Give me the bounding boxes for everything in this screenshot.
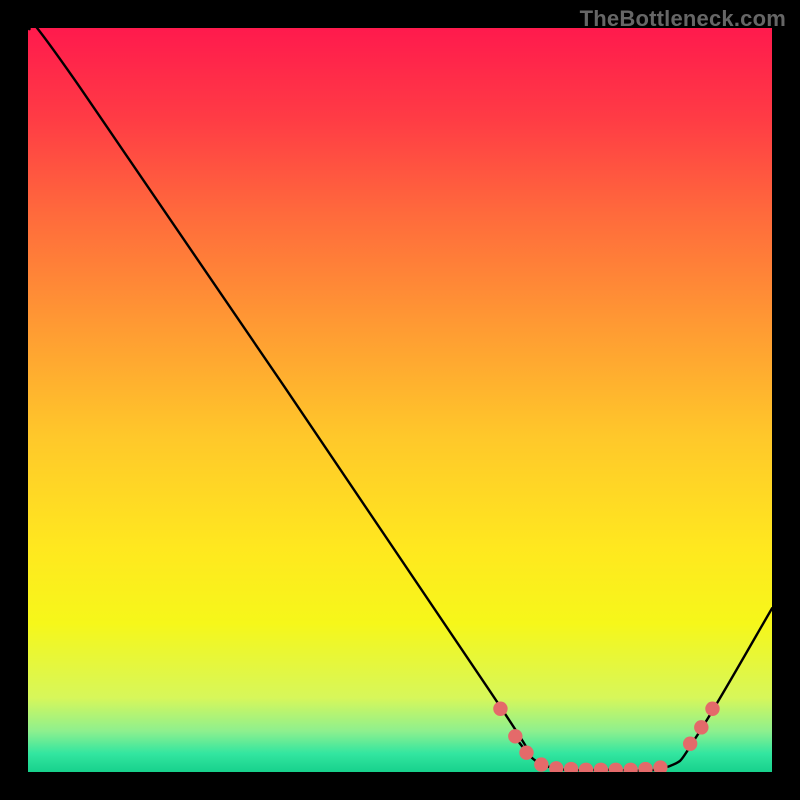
marker-point	[493, 702, 507, 716]
chart-stage: TheBottleneck.com	[0, 0, 800, 800]
marker-point	[508, 729, 522, 743]
gradient-background	[28, 28, 772, 772]
marker-point	[519, 745, 533, 759]
marker-point	[534, 757, 548, 771]
marker-point	[683, 737, 697, 751]
marker-point	[705, 702, 719, 716]
chart-svg	[28, 28, 772, 772]
marker-point	[694, 720, 708, 734]
plot-area	[28, 28, 772, 772]
